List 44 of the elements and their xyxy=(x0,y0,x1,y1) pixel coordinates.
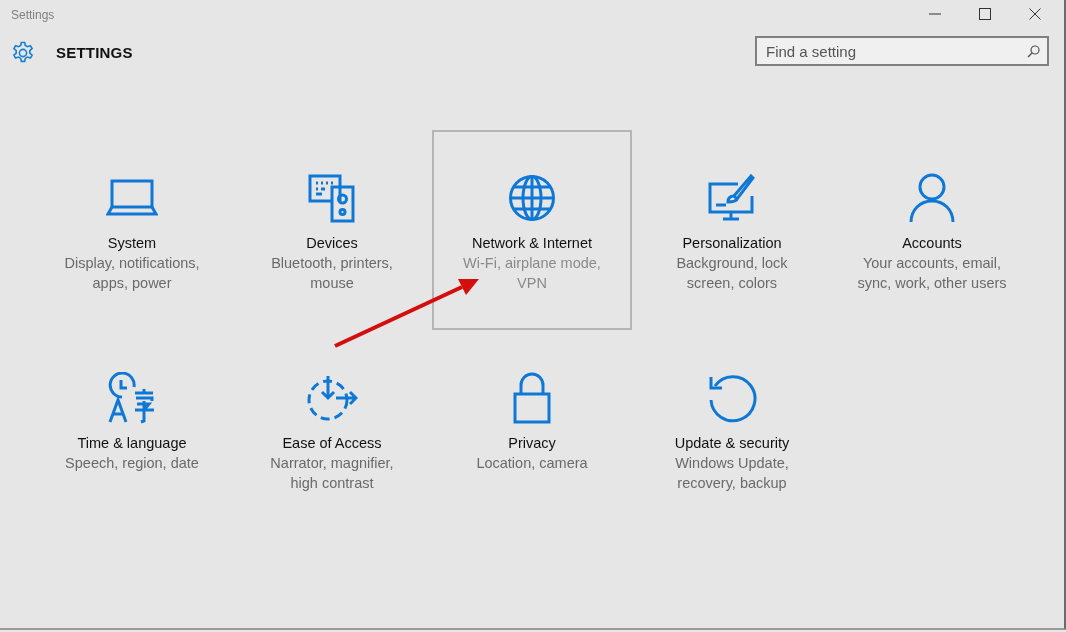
category-tile[interactable]: Privacy Location, camera xyxy=(432,330,632,530)
category-description: Display, notifications, apps, power xyxy=(63,254,201,293)
category-title: System xyxy=(107,234,157,253)
page-title: SETTINGS xyxy=(56,42,133,63)
category-description: Your accounts, email, sync, work, other users xyxy=(856,254,1008,293)
globe-icon xyxy=(508,174,556,222)
category-tile[interactable]: Personalization Background, lock screen, colors xyxy=(632,130,832,330)
circular-arrow-icon xyxy=(707,373,757,423)
category-title: Update & security xyxy=(674,434,790,453)
keyboard-speaker-icon xyxy=(307,173,357,223)
padlock-icon xyxy=(513,372,551,424)
category-title: Ease of Access xyxy=(282,434,382,453)
category-title: Network & Internet xyxy=(471,234,593,253)
category-description: Background, lock screen, colors xyxy=(675,254,789,293)
settings-icon xyxy=(11,41,35,65)
search-icon xyxy=(1027,45,1040,58)
category-tile[interactable]: Ease of Access Narrator, magnifier, high contrast xyxy=(232,330,432,530)
category-tile[interactable]: Update & security Windows Update, recovery, backup xyxy=(632,330,832,530)
dashed-circle-arrow-icon xyxy=(306,373,358,423)
category-description: Bluetooth, printers, mouse xyxy=(270,254,394,293)
category-description: Location, camera xyxy=(476,454,588,473)
person-icon xyxy=(909,173,955,223)
category-tile[interactable]: Network & Internet Wi-Fi, airplane mode, VPN xyxy=(432,130,632,330)
search-field[interactable]: Find a setting xyxy=(755,36,1049,66)
category-tile[interactable]: Devices Bluetooth, printers, mouse xyxy=(232,130,432,330)
maximize-icon xyxy=(979,7,991,20)
category-title: Accounts xyxy=(902,234,962,253)
category-description: Wi-Fi, airplane mode, VPN xyxy=(462,254,602,293)
clock-letters-icon xyxy=(107,372,157,424)
minimize-icon xyxy=(929,12,941,15)
category-tile[interactable]: Time & language Speech, region, date xyxy=(32,330,232,530)
category-title: Personalization xyxy=(682,234,782,253)
laptop-icon xyxy=(106,178,158,218)
close-icon xyxy=(1029,7,1041,20)
paintbrush-monitor-icon xyxy=(708,174,756,222)
category-title: Privacy xyxy=(508,434,556,453)
category-description: Narrator, magnifier, high contrast xyxy=(269,454,395,493)
category-tile[interactable]: System Display, notifications, apps, power xyxy=(32,130,232,330)
category-tile[interactable]: Accounts Your accounts, email, sync, work, other users xyxy=(832,130,1032,330)
category-description: Speech, region, date xyxy=(65,454,199,473)
category-description: Windows Update, recovery, backup xyxy=(674,454,790,493)
window-title: Settings xyxy=(10,7,55,24)
category-title: Devices xyxy=(306,234,358,253)
category-title: Time & language xyxy=(77,434,187,453)
